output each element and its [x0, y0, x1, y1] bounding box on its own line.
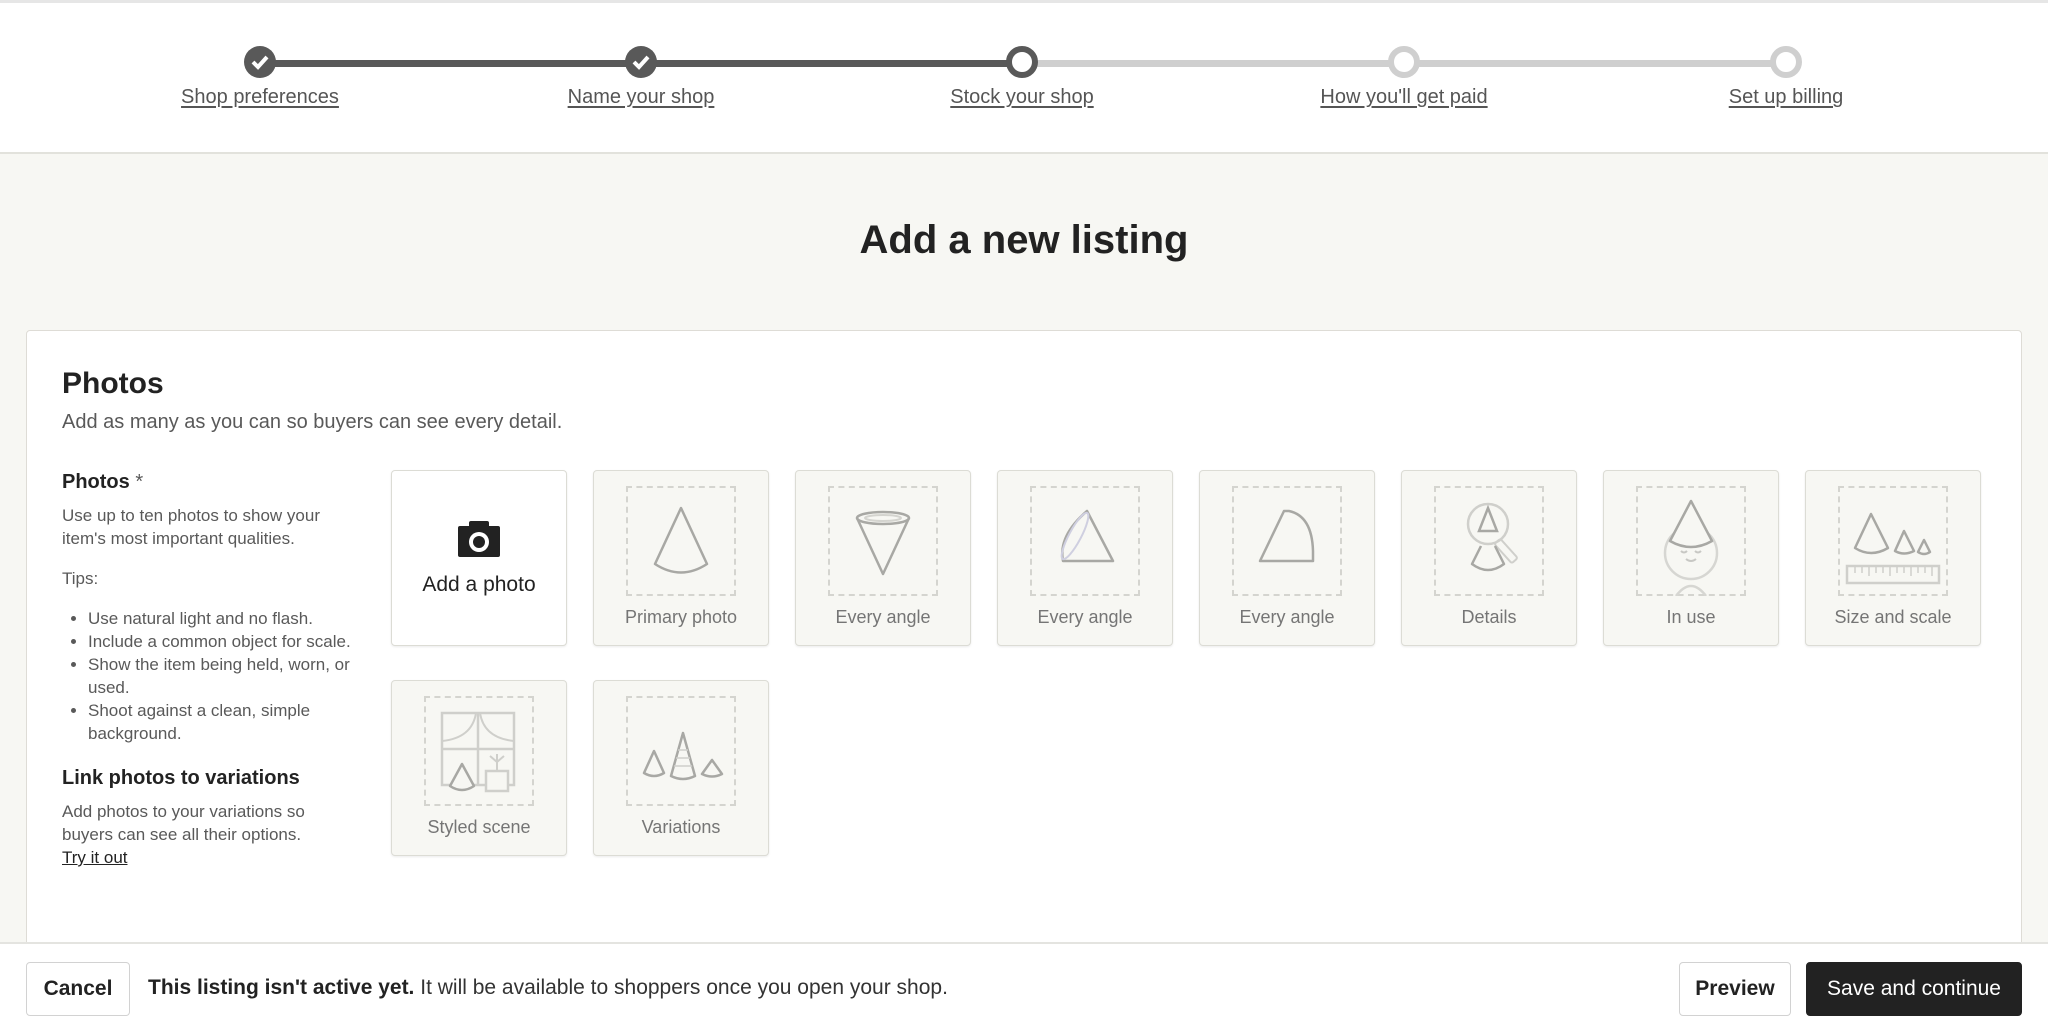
photo-slot-every-angle-3[interactable]: Every angle	[1199, 470, 1375, 646]
photo-slot-every-angle-1[interactable]: Every angle	[795, 470, 971, 646]
cones-ruler-icon	[1845, 512, 1941, 585]
cone-icon	[653, 506, 709, 574]
photo-slot-in-use[interactable]: In use	[1603, 470, 1779, 646]
slot-label: Primary photo	[624, 607, 738, 627]
tips-list: Use natural light and no flash. Include …	[62, 607, 352, 745]
step-label[interactable]: Stock your shop	[872, 86, 1172, 109]
listing-status-notice: This listing isn't active yet. It will b…	[148, 976, 948, 1000]
cone-side-icon	[1060, 509, 1115, 563]
step-label[interactable]: Name your shop	[491, 86, 791, 109]
cone-top-icon	[855, 510, 911, 576]
camera-icon	[458, 521, 500, 557]
step-label[interactable]: How you'll get paid	[1254, 86, 1554, 109]
window-scene-icon	[440, 711, 516, 793]
tip-item: Include a common object for scale.	[88, 630, 352, 653]
photos-field-help: Use up to ten photos to show your item's…	[62, 506, 320, 548]
field-label-text: Photos	[62, 471, 130, 493]
add-photo-label: Add a photo	[422, 573, 536, 596]
page-title: Add a new listing	[859, 218, 1189, 262]
link-variations-heading: Link photos to variations	[62, 767, 300, 789]
try-it-out-link[interactable]: Try it out	[62, 848, 128, 867]
link-variations-text: Add photos to your variations so buyers …	[62, 802, 305, 844]
add-photo-button[interactable]: Add a photo	[391, 470, 567, 646]
section-heading: Photos	[62, 367, 164, 400]
slot-label: Every angle	[835, 607, 931, 627]
check-icon	[625, 46, 657, 78]
preview-button[interactable]: Preview	[1679, 962, 1791, 1016]
photos-field-label: Photos *	[62, 471, 352, 494]
slot-label: Styled scene	[427, 817, 531, 837]
tip-item: Shoot against a clean, simple background…	[88, 699, 352, 745]
progress-header: Shop preferences Name your shop Stock yo…	[0, 3, 2048, 154]
photo-slot-variations[interactable]: Variations	[593, 680, 769, 856]
required-mark: *	[135, 471, 144, 493]
tip-item: Use natural light and no flash.	[88, 607, 352, 630]
upcoming-step-indicator	[1770, 46, 1802, 78]
cone-back-icon	[1258, 509, 1315, 563]
photos-help: Photos * Use up to ten photos to show yo…	[62, 471, 352, 869]
section-subtitle: Add as many as you can so buyers can see…	[62, 411, 563, 433]
three-cones-icon	[642, 731, 724, 781]
save-and-continue-button[interactable]: Save and continue	[1806, 962, 2022, 1016]
current-step-indicator	[1006, 46, 1038, 78]
upcoming-step-indicator	[1388, 46, 1420, 78]
step-label[interactable]: Set up billing	[1636, 86, 1936, 109]
photo-slot-primary[interactable]: Primary photo	[593, 470, 769, 646]
slot-label: Size and scale	[1834, 607, 1952, 627]
slot-label: Every angle	[1037, 607, 1133, 627]
slot-label: Details	[1461, 607, 1517, 627]
slot-label: Every angle	[1239, 607, 1335, 627]
slot-label: In use	[1666, 607, 1716, 627]
magnifier-cone-icon	[1466, 502, 1518, 572]
check-icon	[244, 46, 276, 78]
tip-item: Show the item being held, worn, or used.	[88, 653, 352, 699]
action-bar: Cancel This listing isn't active yet. It…	[0, 942, 2048, 1032]
notice-text: It will be available to shoppers once yo…	[414, 976, 948, 999]
photo-slot-every-angle-2[interactable]: Every angle	[997, 470, 1173, 646]
photo-slot-details[interactable]: Details	[1401, 470, 1577, 646]
tips-label: Tips:	[62, 569, 99, 588]
photo-slot-size-and-scale[interactable]: Size and scale	[1805, 470, 1981, 646]
photos-section: Photos Add as many as you can so buyers …	[26, 330, 2022, 970]
slot-label: Variations	[641, 817, 721, 837]
person-hat-icon	[1663, 499, 1719, 596]
photo-slot-styled-scene[interactable]: Styled scene	[391, 680, 567, 856]
notice-bold: This listing isn't active yet.	[148, 976, 415, 999]
step-label[interactable]: Shop preferences	[110, 86, 410, 109]
cancel-button[interactable]: Cancel	[26, 962, 130, 1016]
